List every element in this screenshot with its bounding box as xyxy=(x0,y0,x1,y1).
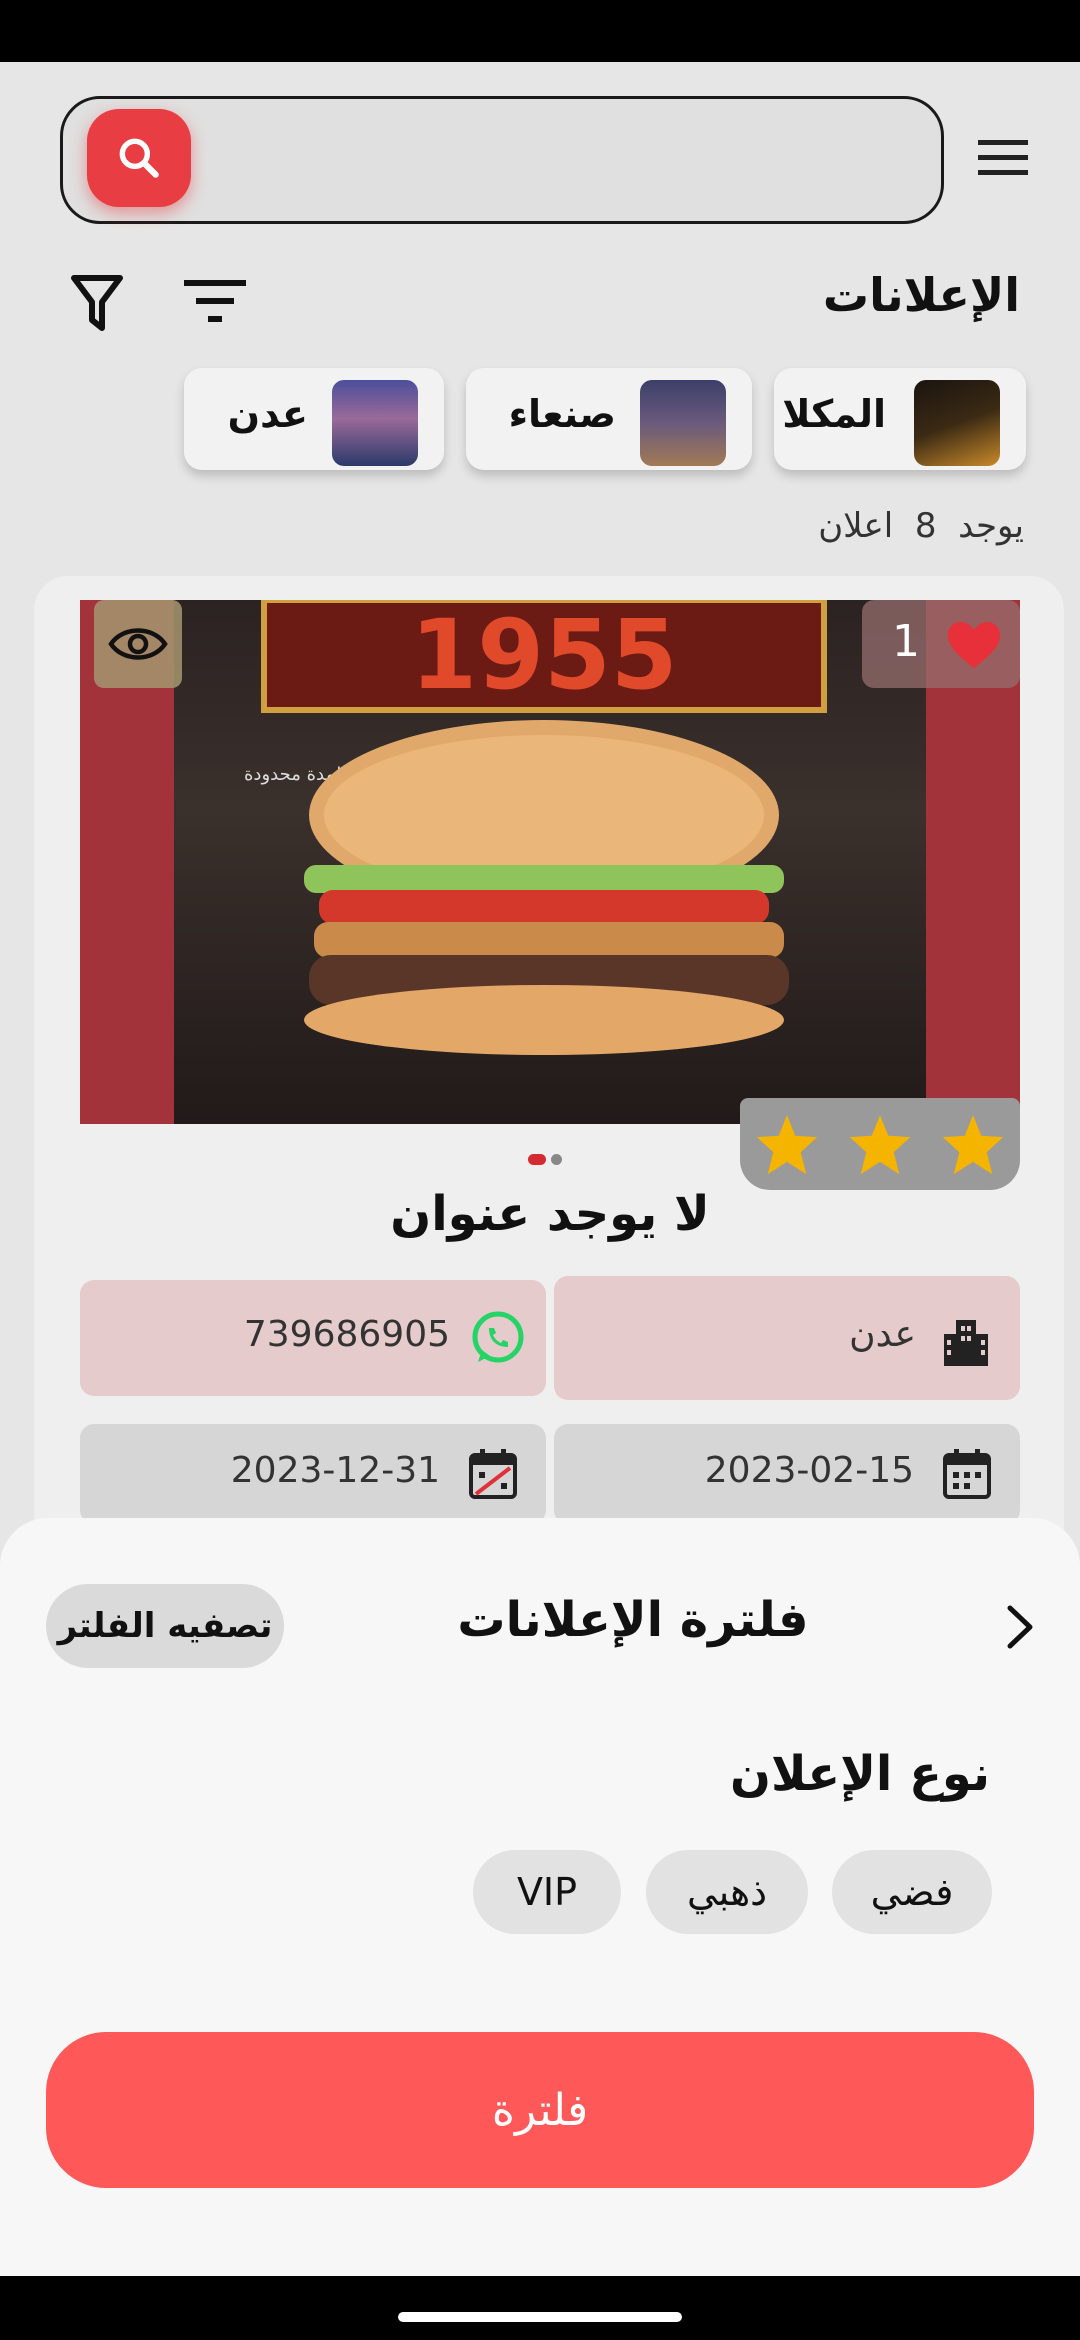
city-thumbnail-image xyxy=(914,380,1000,466)
results-number: 8 xyxy=(914,506,937,546)
start-date: 2023-02-15 xyxy=(704,1450,914,1491)
end-date: 2023-12-31 xyxy=(230,1450,440,1491)
search-icon xyxy=(119,138,159,178)
city-info: عدن xyxy=(554,1276,1020,1400)
star-icon xyxy=(756,1115,817,1175)
search-input[interactable] xyxy=(60,96,944,224)
type-chip-vip[interactable]: VIP xyxy=(473,1850,621,1934)
carousel-dot-active[interactable] xyxy=(528,1154,546,1165)
star-icon xyxy=(943,1115,1004,1175)
carousel-dot[interactable] xyxy=(551,1154,563,1165)
ad-title: لا يوجد عنوان xyxy=(390,1186,710,1242)
sheet-title: فلترة الإعلانات xyxy=(457,1592,809,1648)
city-chip-mukalla[interactable]: المكلا xyxy=(774,368,1026,470)
city-thumbnail-image xyxy=(640,380,726,466)
star-icon xyxy=(849,1115,911,1175)
start-date-info: 2023-02-15 xyxy=(554,1424,1020,1524)
like-count: 1 xyxy=(892,616,920,667)
type-chip-gold[interactable]: ذهبي xyxy=(646,1850,808,1934)
phone-info[interactable]: 739686905 xyxy=(80,1280,546,1396)
whatsapp-icon[interactable] xyxy=(470,1310,526,1366)
type-chip-silver[interactable]: فضي xyxy=(832,1850,992,1934)
hamburger-menu-icon[interactable] xyxy=(976,138,1032,178)
eye-icon xyxy=(108,628,168,660)
burger-photo: 1955 لمدة محدودة xyxy=(174,600,926,1124)
rating-stars xyxy=(740,1098,1020,1190)
results-count: يوجد 8 اعلان xyxy=(818,506,1024,546)
building-icon xyxy=(944,1320,988,1366)
like-badge[interactable]: 1 xyxy=(862,600,1020,688)
navigation-bar xyxy=(0,2276,1080,2340)
city-label: المكلا xyxy=(782,392,886,436)
ad-banner-text: 1955 xyxy=(410,600,677,711)
search-button[interactable] xyxy=(87,109,191,207)
filter-funnel-icon[interactable] xyxy=(70,274,124,334)
city-thumbnail-image xyxy=(332,380,418,466)
city-label: صنعاء xyxy=(508,392,616,436)
views-badge xyxy=(94,600,182,688)
city-chip-aden[interactable]: عدن xyxy=(184,368,444,470)
page-title: الإعلانات xyxy=(822,268,1020,322)
calendar-end-icon xyxy=(469,1449,517,1499)
end-date-info: 2023-12-31 xyxy=(80,1424,546,1524)
results-suffix: اعلان xyxy=(818,506,894,546)
city-chip-sanaa[interactable]: صنعاء xyxy=(466,368,752,470)
city-value: عدن xyxy=(849,1314,916,1355)
calendar-icon xyxy=(943,1449,991,1499)
status-bar xyxy=(0,0,1080,62)
ad-type-section-title: نوع الإعلان xyxy=(729,1746,990,1802)
phone-number: 739686905 xyxy=(243,1314,450,1355)
heart-icon[interactable] xyxy=(946,620,1002,670)
home-indicator[interactable] xyxy=(398,2312,682,2322)
sort-icon[interactable] xyxy=(184,278,248,324)
city-label: عدن xyxy=(227,392,308,436)
chevron-right-icon[interactable] xyxy=(1002,1604,1038,1650)
carousel-indicator xyxy=(528,1150,563,1169)
results-prefix: يوجد xyxy=(958,506,1024,546)
apply-filter-button[interactable]: فلترة xyxy=(46,2032,1034,2188)
